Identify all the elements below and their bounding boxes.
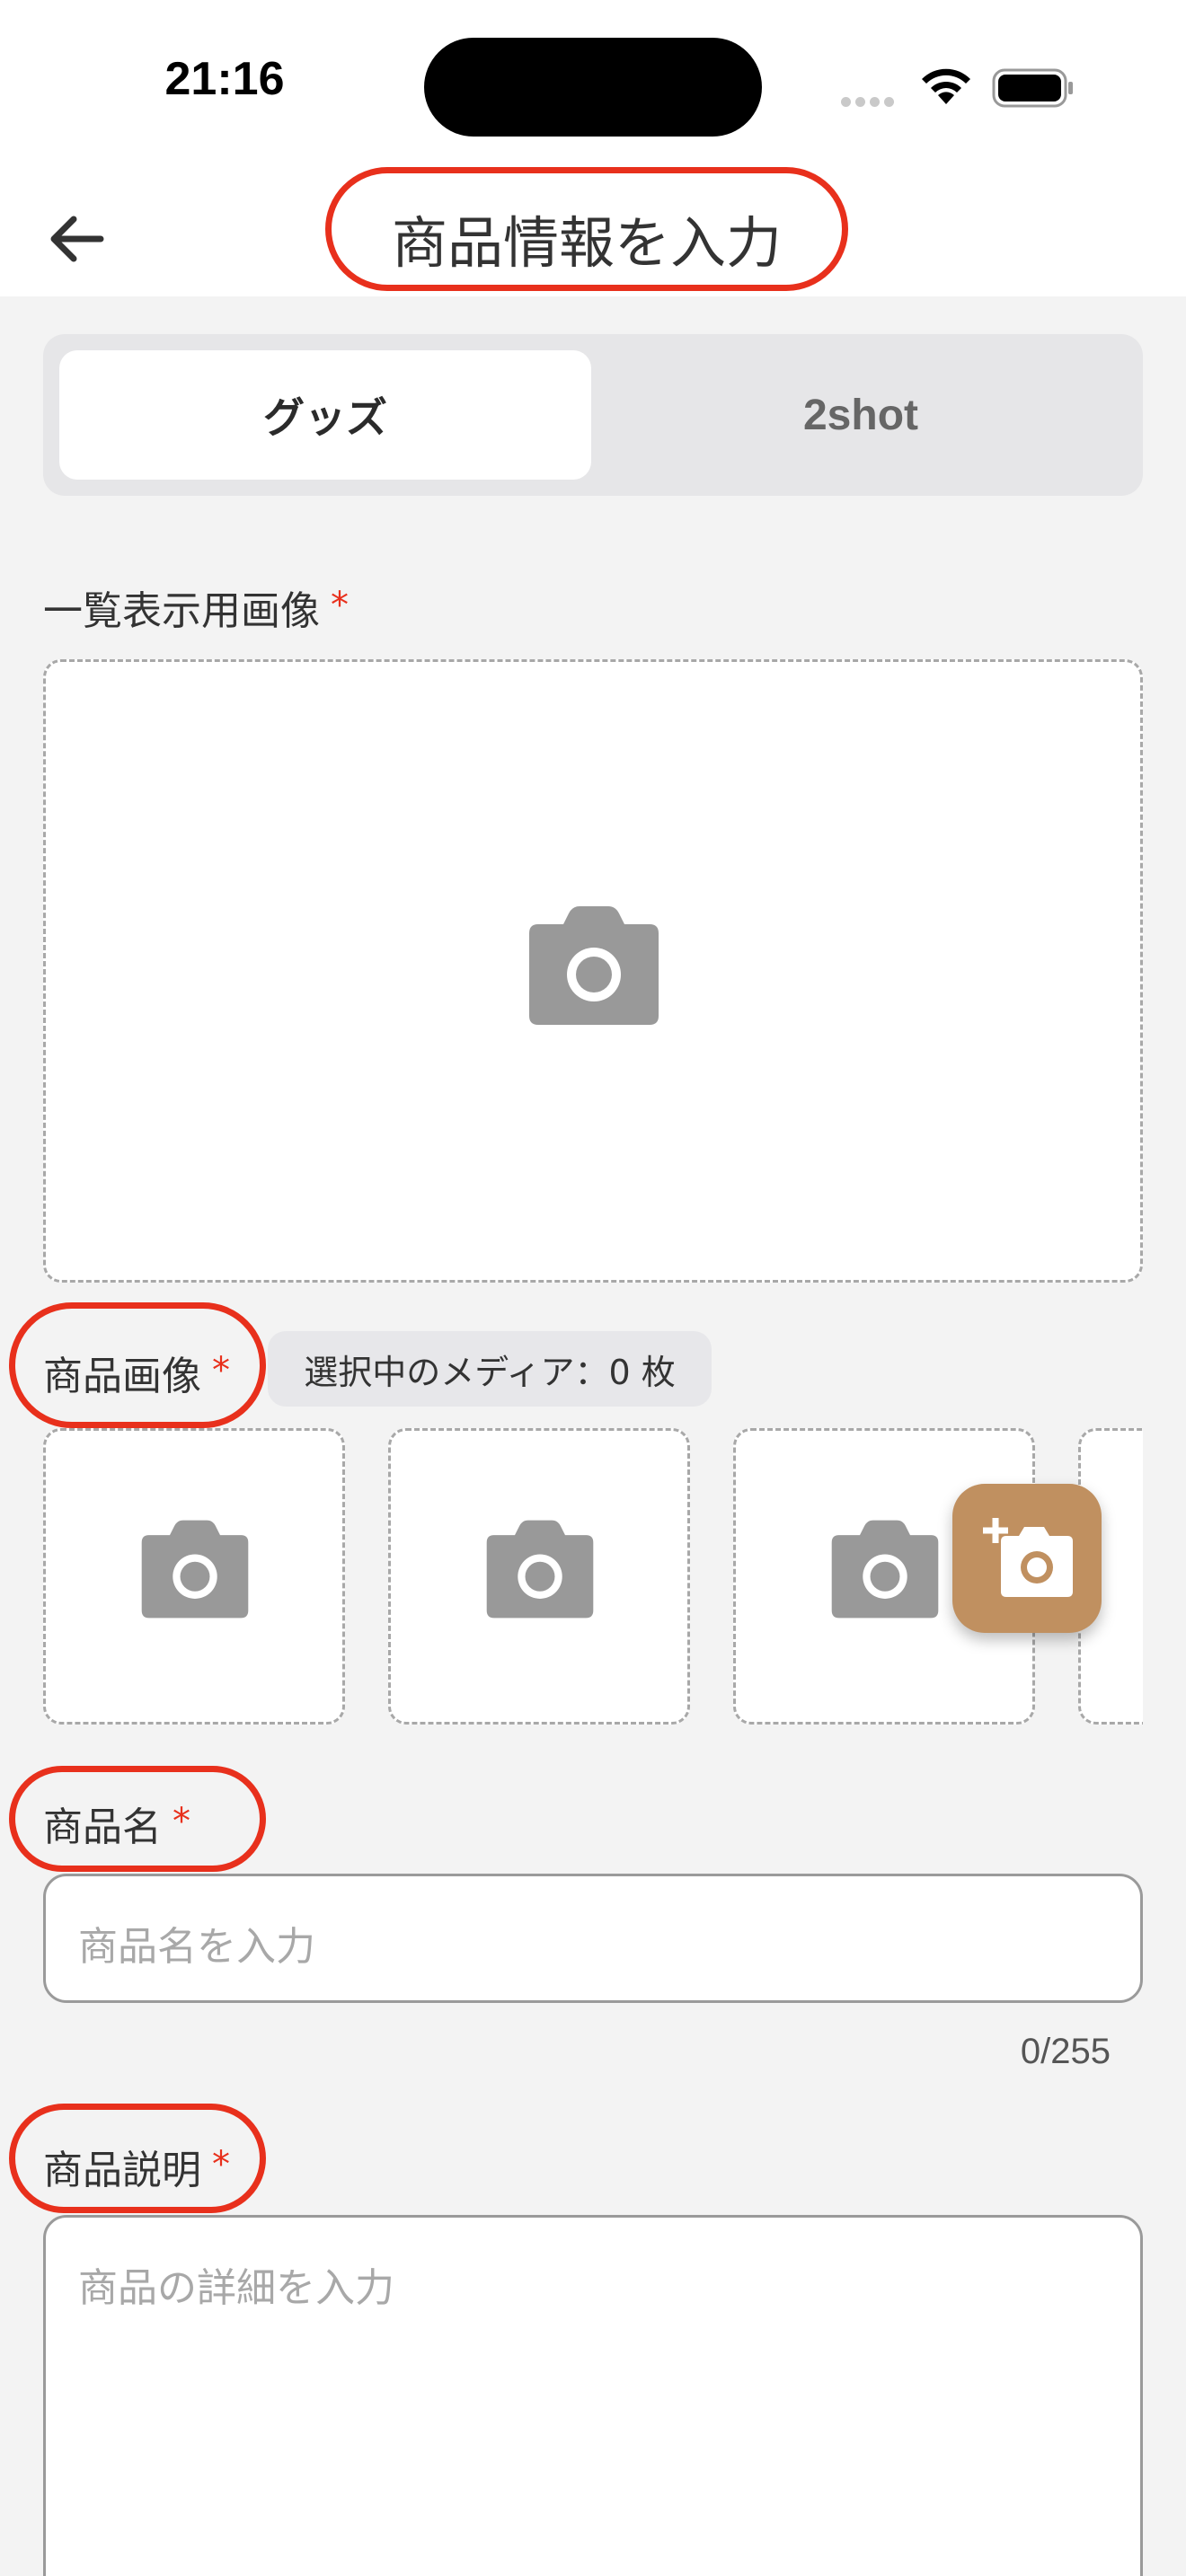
wifi-icon (922, 68, 970, 104)
tab-goods[interactable]: グッズ (59, 350, 591, 480)
product-description-highlight-circle (9, 2104, 266, 2213)
product-image-slot-2[interactable] (388, 1428, 690, 1725)
product-images-highlight-circle (9, 1302, 266, 1428)
camera-icon (486, 1520, 594, 1619)
add-photo-button[interactable] (952, 1484, 1102, 1633)
dynamic-island (424, 38, 762, 137)
cellular-signal-icon (841, 93, 898, 110)
nav-header: 商品情報を入力 (0, 167, 1186, 296)
back-arrow-icon[interactable] (41, 203, 113, 275)
battery-icon (992, 68, 1073, 108)
selected-media-count-badge: 選択中のメディア：0 枚 (268, 1331, 712, 1407)
screen: 21:16 商品情報を入力 グッズ 2shot 一覧表示用画像 * 商品画像 *… (0, 0, 1186, 2576)
add-photo-icon (983, 1518, 1073, 1597)
product-image-slot-1[interactable] (43, 1428, 345, 1725)
product-name-placeholder: 商品名を入力 (78, 1924, 315, 1970)
product-name-char-counter: 0/255 (1020, 2032, 1111, 2071)
required-mark: * (331, 585, 349, 626)
tab-2shot[interactable]: 2shot (595, 350, 1127, 480)
camera-icon (141, 1520, 249, 1619)
product-description-textarea[interactable]: 商品の詳細を入力 (43, 2215, 1143, 2576)
list-image-label-text: 一覧表示用画像 (43, 588, 320, 634)
category-segmented-control: グッズ 2shot (43, 334, 1143, 496)
product-name-highlight-circle (9, 1766, 266, 1872)
carousel-clip-edge (1143, 1419, 1186, 1734)
list-image-label: 一覧表示用画像 * (43, 578, 349, 636)
product-name-input[interactable]: 商品名を入力 (43, 1874, 1143, 2003)
title-highlight-circle (325, 167, 848, 291)
camera-icon (529, 906, 659, 1025)
status-time: 21:16 (164, 53, 285, 105)
status-bar: 21:16 (0, 0, 1186, 171)
product-description-placeholder: 商品の詳細を入力 (78, 2265, 394, 2311)
list-image-upload-area[interactable] (43, 659, 1143, 1283)
camera-icon (831, 1520, 939, 1619)
